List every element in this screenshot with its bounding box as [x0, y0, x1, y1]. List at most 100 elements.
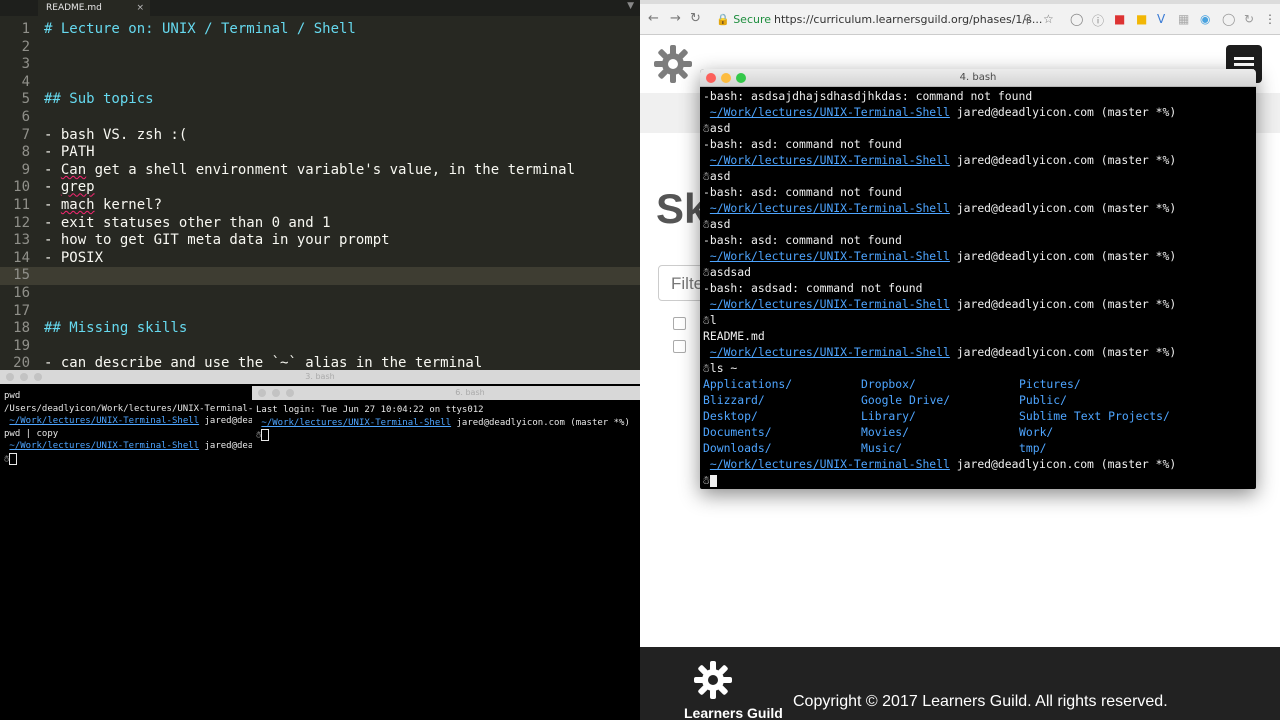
- line-text: - POSIX: [44, 249, 104, 266]
- editor-line[interactable]: 11 - mach kernel?: [0, 197, 640, 215]
- zoom-icon[interactable]: ⚲: [1023, 12, 1032, 26]
- command-line: ☃asdsad: [703, 265, 752, 279]
- prompt-path: ~/Work/lectures/UNIX-Terminal-Shell: [261, 417, 452, 428]
- editor-line[interactable]: 7 - bash VS. zsh :(: [0, 127, 640, 145]
- editor-line[interactable]: 13 - how to get GIT meta data in your pro…: [0, 232, 640, 250]
- editor-line[interactable]: 5 ## Sub topics: [0, 91, 640, 109]
- close-icon[interactable]: ×: [136, 0, 144, 16]
- editor-line[interactable]: 18 ## Missing skills: [0, 320, 640, 338]
- output-text: -bash: asdsajdhajsdhasdjhkdas: command n…: [703, 89, 1033, 103]
- editor-line[interactable]: 15: [0, 267, 640, 285]
- prompt-user: jared@dea: [199, 441, 254, 451]
- extension-grid-icon[interactable]: ▦: [1178, 12, 1189, 26]
- learners-guild-logo[interactable]: [652, 43, 694, 85]
- editor-line[interactable]: 16: [0, 285, 640, 303]
- command-line: ☃ls ~: [703, 361, 738, 375]
- terminal-window-4[interactable]: 4. bash -bash: asdsajdhajsdhasdjhkdas: c…: [700, 69, 1256, 489]
- code-editor[interactable]: README.md × ▼ 1 # Lecture on: UNIX / Term…: [0, 0, 640, 370]
- line-number: 2: [21, 38, 30, 55]
- line-number: 3: [21, 56, 30, 73]
- output-line: -bash: asd: command not found: [703, 184, 1256, 200]
- line-number: 1: [21, 21, 30, 37]
- terminal-6-titlebar: 6. bash: [252, 386, 688, 400]
- editor-line[interactable]: 8 - PATH: [0, 144, 640, 162]
- prompt-line: ~/Work/lectures/UNIX-Terminal-Shell jare…: [256, 417, 688, 430]
- prompt-line: ~/Work/lectures/UNIX-Terminal-Shell jare…: [703, 296, 1256, 312]
- prompt-user: jared@deadlyicon.com (master *%): [949, 457, 1177, 471]
- command-line: ☃l: [703, 313, 717, 327]
- editor-line[interactable]: 10 - grep: [0, 179, 640, 197]
- cursor: [9, 452, 18, 465]
- line-number: 11: [13, 196, 30, 213]
- prompt-user: jared@deadlyicon.com (master *%): [949, 345, 1177, 359]
- extension-icon[interactable]: ◯: [1070, 12, 1083, 26]
- directory-entry: Work/: [1019, 425, 1054, 439]
- extension-blue-icon[interactable]: ◉: [1200, 12, 1210, 26]
- editor-line[interactable]: 3: [0, 56, 640, 74]
- prompt-line: ~/Work/lectures/UNIX-Terminal-Shell jare…: [703, 200, 1256, 216]
- skill-checkbox[interactable]: [673, 317, 686, 330]
- command-line: ☃asd: [703, 217, 731, 231]
- editor-line[interactable]: 14 - POSIX: [0, 250, 640, 268]
- terminal-3-text: pwd | copy: [4, 428, 59, 439]
- editor-line[interactable]: 4: [0, 74, 640, 92]
- info-icon[interactable]: ⓘ: [1092, 12, 1104, 29]
- forward-icon[interactable]: →: [670, 11, 681, 26]
- prompt-path: ~/Work/lectures/UNIX-Terminal-Shell: [9, 441, 200, 451]
- line-number: 8: [21, 144, 30, 161]
- prompt-path: ~/Work/lectures/UNIX-Terminal-Shell: [709, 249, 950, 263]
- editor-line[interactable]: 2: [0, 39, 640, 57]
- directory-entry: Desktop/: [703, 409, 758, 423]
- editor-line[interactable]: 1 # Lecture on: UNIX / Terminal / Shell: [0, 21, 640, 39]
- editor-text-area[interactable]: 1 # Lecture on: UNIX / Terminal / Shell 2 3…: [0, 21, 640, 370]
- prompt-line: ~/Work/lectures/UNIX-Terminal-Shell jare…: [703, 456, 1256, 472]
- command-line: ☃asd: [703, 169, 731, 183]
- extension-sync-icon[interactable]: ↻: [1244, 12, 1254, 26]
- tab-dropdown-icon[interactable]: ▼: [627, 1, 634, 11]
- input-line[interactable]: ☃: [256, 429, 688, 442]
- line-number: 12: [13, 214, 30, 231]
- line-text: - how to get GIT meta data in your promp…: [44, 232, 390, 249]
- directory-entry: Dropbox/: [861, 377, 916, 391]
- editor-line[interactable]: 12 - exit statuses other than 0 and 1: [0, 215, 640, 233]
- line-text: - exit statuses other than 0 and 1: [44, 214, 331, 231]
- login-line: Last login: Tue Jun 27 10:04:22 on ttys0…: [256, 405, 484, 415]
- url-field[interactable]: https://curriculum.learnersguild.org/pha…: [774, 13, 1042, 26]
- command-text: l: [709, 313, 717, 327]
- editor-line[interactable]: 9 - Can get a shell environment variable'…: [0, 162, 640, 180]
- command-text: asd: [709, 121, 731, 135]
- menu-dots-icon[interactable]: ⋮: [1264, 12, 1276, 26]
- skill-checkbox[interactable]: [673, 340, 686, 353]
- input-line[interactable]: ☃: [703, 472, 1256, 488]
- back-icon[interactable]: ←: [648, 11, 659, 26]
- command-text: asd: [709, 169, 731, 183]
- extension-v-icon[interactable]: V: [1157, 12, 1165, 26]
- editor-line[interactable]: 19: [0, 338, 640, 356]
- directory-entry: Downloads/: [703, 441, 772, 455]
- editor-line[interactable]: 17: [0, 303, 640, 321]
- reload-icon[interactable]: ↻: [690, 11, 701, 26]
- line-number: 19: [13, 337, 30, 354]
- output-text: -bash: asd: command not found: [703, 185, 902, 199]
- prompt-user: jared@deadlyicon.com (master *%): [949, 249, 1177, 263]
- prompt-path: ~/Work/lectures/UNIX-Terminal-Shell: [709, 457, 950, 471]
- ls-column: Pictures/Public/Sublime Text Projects/Wo…: [1019, 376, 1177, 456]
- secure-indicator[interactable]: 🔒 Secure: [716, 13, 771, 26]
- directory-entry: Blizzard/: [703, 393, 765, 407]
- editor-line[interactable]: 6: [0, 109, 640, 127]
- line-number: 9: [21, 161, 30, 178]
- editor-line[interactable]: 20 - can describe and use the `~` alias i…: [0, 355, 640, 370]
- tab-label: README.md: [46, 3, 102, 13]
- directory-entry: Public/: [1019, 393, 1068, 407]
- bookmark-star-icon[interactable]: ☆: [1043, 12, 1054, 26]
- extension-red-icon[interactable]: ■: [1114, 12, 1125, 26]
- extension-circle-icon[interactable]: ◯: [1222, 12, 1235, 26]
- directory-entry: tmp/: [1019, 441, 1047, 455]
- tab-readme[interactable]: README.md ×: [38, 0, 150, 16]
- line-number: 5: [21, 91, 30, 108]
- footer-brand-name: Learners Guild: [684, 705, 783, 720]
- terminal-pane-6[interactable]: 6. bash Last login: Tue Jun 27 10:04:22 …: [252, 386, 688, 720]
- output-line: -bash: asdsad: command not found: [703, 280, 1256, 296]
- extension-yellow-icon[interactable]: ■: [1136, 12, 1147, 26]
- directory-entry: Sublime Text Projects/: [1019, 409, 1170, 423]
